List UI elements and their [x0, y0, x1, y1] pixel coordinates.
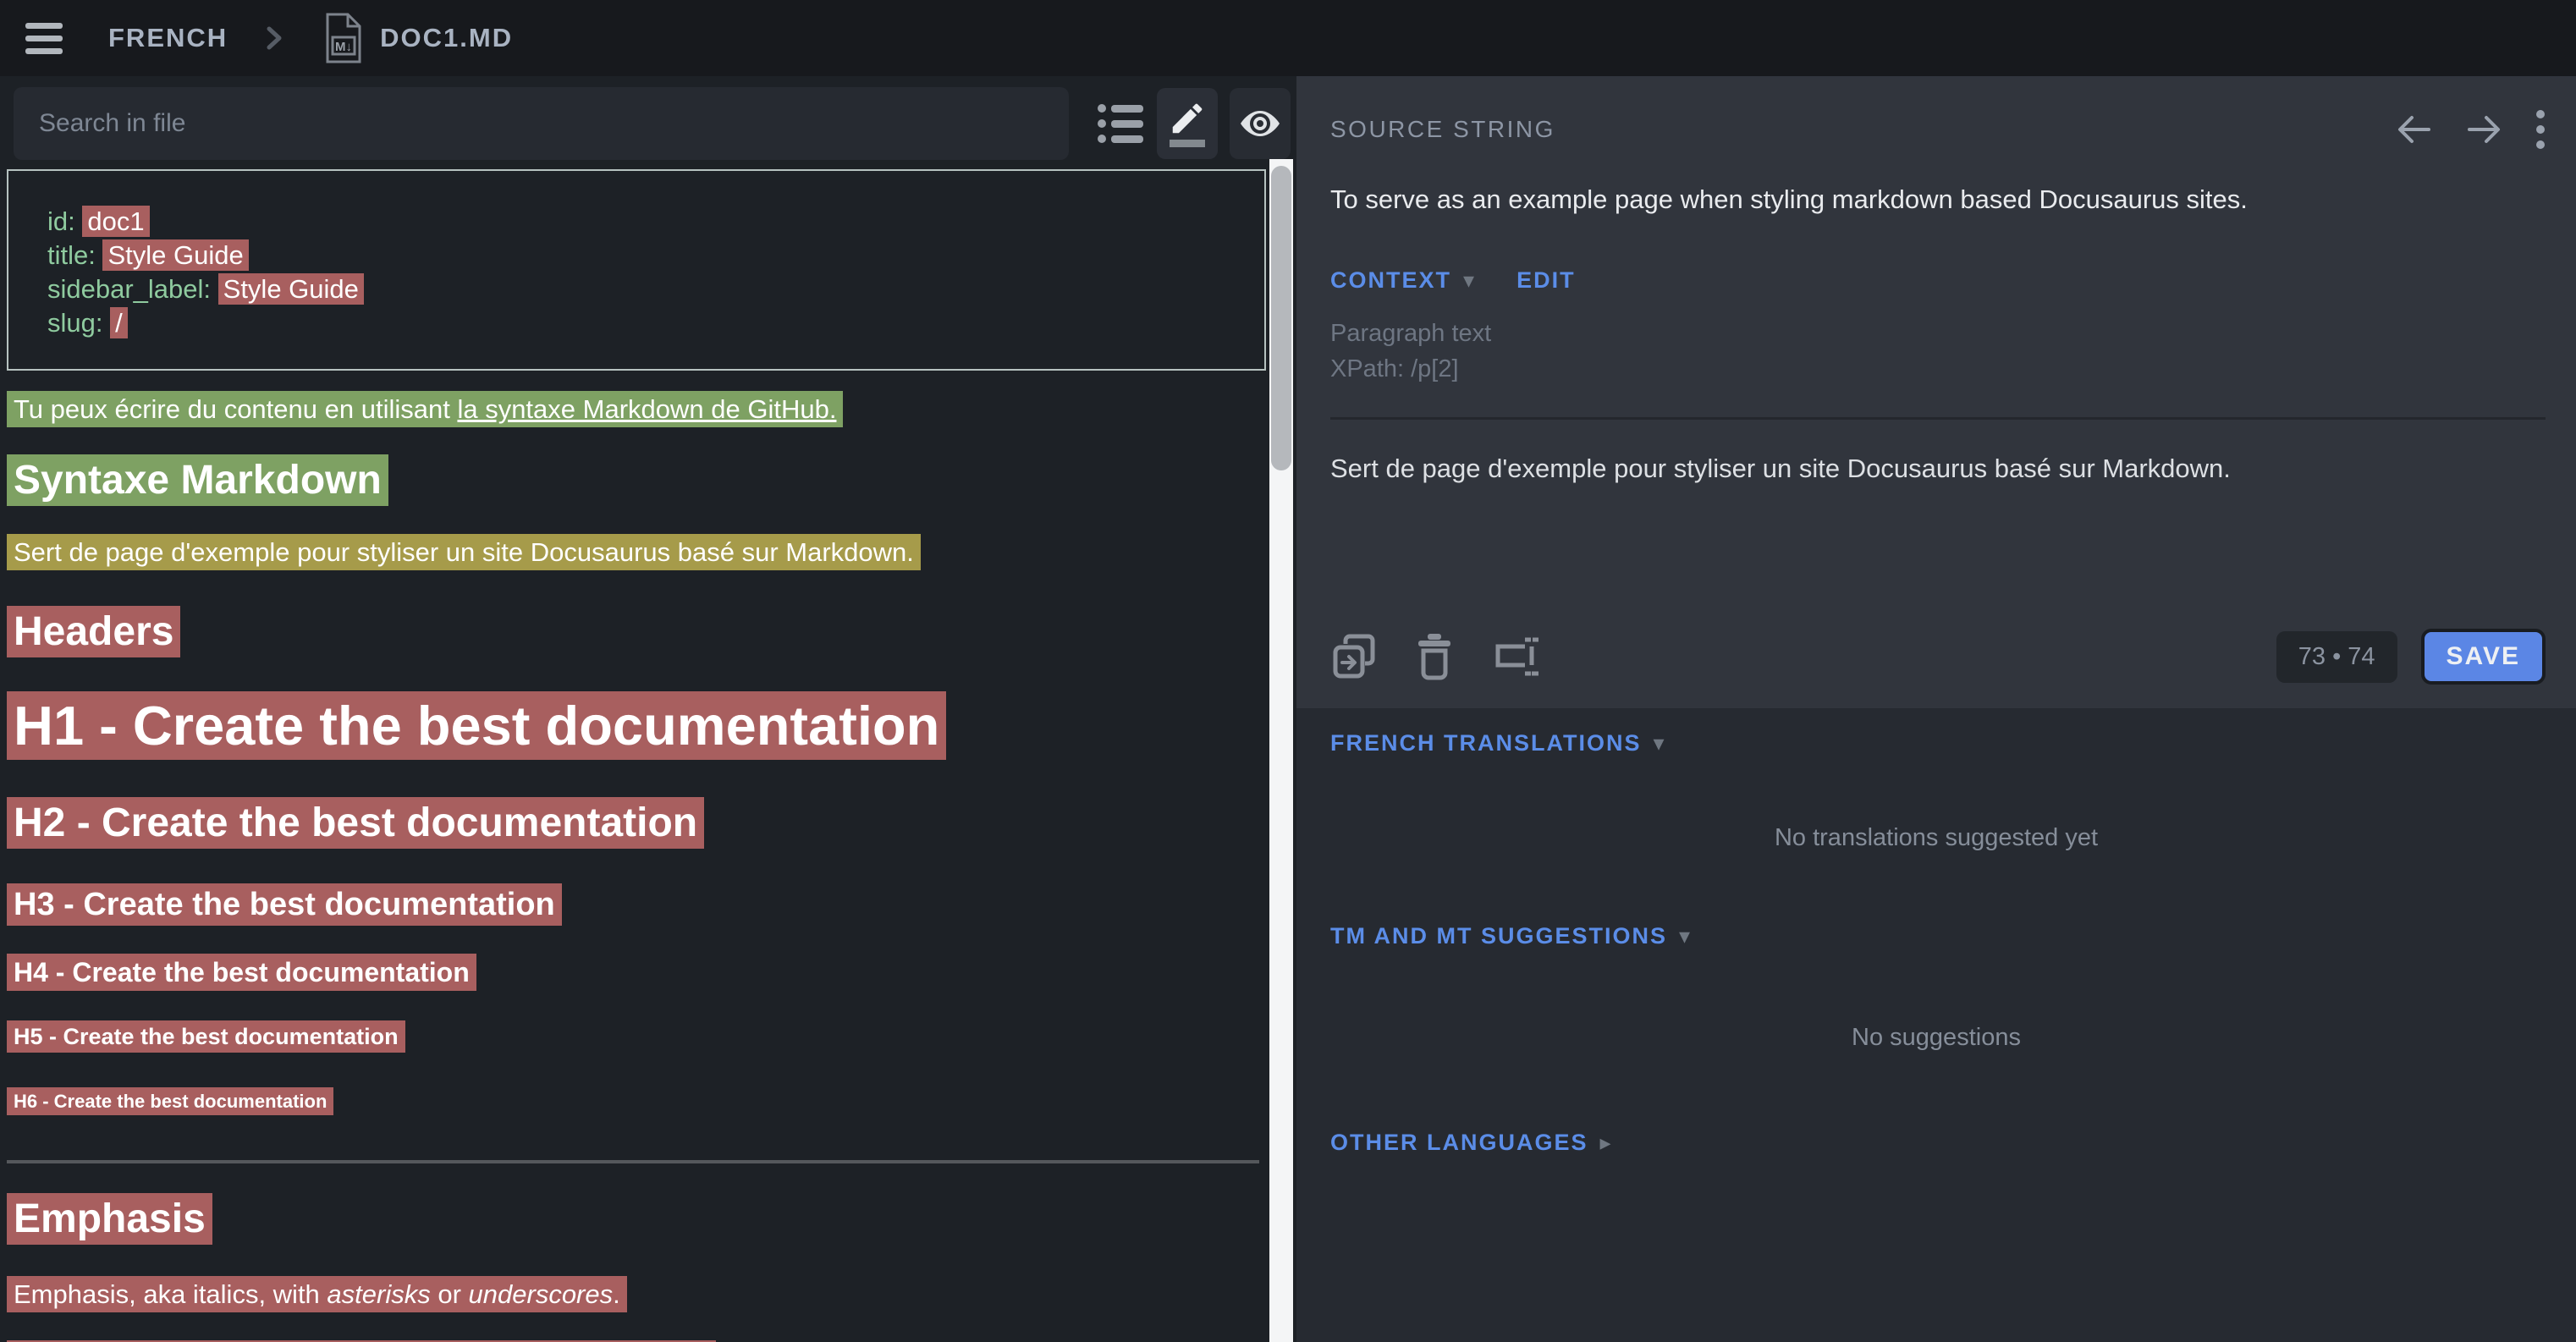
search-input[interactable]	[14, 87, 1069, 160]
edit-mode-toggle[interactable]	[1157, 88, 1218, 159]
translatable-string[interactable]: Tu peux écrire du contenu en utilisant l…	[7, 391, 843, 427]
frontmatter-value[interactable]: /	[110, 307, 128, 338]
syntax-heading: Syntaxe Markdown	[7, 457, 1268, 503]
french-translations-toggle[interactable]: FRENCH TRANSLATIONS	[1330, 730, 1641, 756]
context-toggle[interactable]: CONTEXT	[1330, 267, 1451, 294]
caret-right-icon: ▸	[1600, 1130, 1613, 1156]
preview-toggle[interactable]	[1230, 88, 1291, 159]
caret-down-icon: ▾	[1653, 730, 1665, 756]
h2-heading: H2 - Create the best documentation	[7, 800, 1268, 846]
translatable-string[interactable]: Emphasis	[7, 1193, 212, 1245]
horizontal-rule	[7, 1160, 1259, 1163]
french-translations-section: FRENCH TRANSLATIONS ▾	[1330, 730, 2542, 756]
h1-heading: H1 - Create the best documentation	[7, 694, 1268, 757]
breadcrumb-file[interactable]: DOC1.MD	[380, 23, 513, 53]
context-xpath: XPath: /p[2]	[1330, 351, 2546, 387]
translatable-string[interactable]: H3 - Create the best documentation	[7, 883, 562, 926]
hamburger-menu-icon[interactable]	[25, 23, 63, 54]
other-languages-toggle[interactable]: OTHER LANGUAGES	[1330, 1130, 1588, 1156]
topbar: FRENCH M↓ DOC1.MD	[0, 0, 2576, 76]
document-preview: id: doc1 title: Style Guide sidebar_labe…	[0, 161, 1268, 1342]
translatable-string[interactable]: H5 - Create the best documentation	[7, 1020, 405, 1053]
arrow-right-icon[interactable]	[2464, 112, 2505, 147]
caret-down-icon: ▾	[1679, 923, 1692, 949]
file-preview-panel: id: doc1 title: Style Guide sidebar_labe…	[0, 76, 1296, 1342]
save-button[interactable]: SAVE	[2421, 629, 2546, 685]
markdown-syntax-link[interactable]: la syntaxe Markdown de GitHub.	[457, 394, 836, 424]
frontmatter-line: id: doc1	[47, 205, 1247, 239]
selected-translatable-string[interactable]: Sert de page d'exemple pour styliser un …	[7, 534, 921, 570]
eye-icon	[1236, 102, 1284, 145]
frontmatter-block[interactable]: id: doc1 title: Style Guide sidebar_labe…	[7, 169, 1266, 371]
translatable-string[interactable]: H2 - Create the best documentation	[7, 797, 704, 849]
translatable-string[interactable]: H4 - Create the best documentation	[7, 954, 476, 991]
context-row: CONTEXT ▾ EDIT	[1330, 267, 2546, 294]
trash-icon[interactable]	[1415, 632, 1454, 681]
tm-mt-section: TM AND MT SUGGESTIONS ▾	[1330, 923, 2542, 949]
source-string-text: To serve as an example page when styling…	[1330, 184, 2546, 215]
translatable-string[interactable]: Emphasis, aka italics, with asterisks or…	[7, 1276, 627, 1312]
frontmatter-value[interactable]: Style Guide	[102, 239, 248, 271]
frontmatter-value[interactable]: Style Guide	[218, 273, 364, 305]
kebab-menu-icon[interactable]	[2535, 108, 2546, 151]
breadcrumb-project[interactable]: FRENCH	[108, 23, 228, 53]
frontmatter-value[interactable]: doc1	[82, 206, 149, 237]
h4-heading: H4 - Create the best documentation	[7, 957, 1268, 988]
document-scrollbar-thumb[interactable]	[1271, 166, 1291, 470]
frontmatter-line: slug: /	[47, 306, 1247, 340]
pencil-icon	[1168, 99, 1207, 138]
context-type: Paragraph text	[1330, 316, 2546, 351]
arrow-left-icon[interactable]	[2393, 112, 2434, 147]
edit-context-link[interactable]: EDIT	[1516, 267, 1576, 294]
chevron-right-icon	[263, 23, 285, 53]
translatable-string[interactable]: H1 - Create the best documentation	[7, 691, 946, 760]
source-string-title: SOURCE STRING	[1330, 116, 1555, 143]
list-icon[interactable]	[1096, 100, 1145, 147]
suggestions-panel: FRENCH TRANSLATIONS ▾ No translations su…	[1296, 708, 2576, 1156]
source-string-card: SOURCE STRING To serve as an example pag…	[1296, 76, 2576, 708]
h5-heading: H5 - Create the best documentation	[7, 1024, 1268, 1050]
emphasis-heading: Emphasis	[7, 1196, 1268, 1242]
translation-panel: SOURCE STRING To serve as an example pag…	[1296, 76, 2576, 1342]
translations-empty-state: No translations suggested yet	[1330, 824, 2542, 852]
other-languages-section: OTHER LANGUAGES ▸	[1330, 1130, 2542, 1156]
character-count-badge: 73 • 74	[2276, 631, 2397, 683]
translation-toolbar: 73 • 74 SAVE	[1330, 595, 2546, 685]
svg-text:M↓: M↓	[335, 40, 352, 54]
source-card-header: SOURCE STRING	[1330, 76, 2546, 151]
frontmatter-line: sidebar_label: Style Guide	[47, 272, 1247, 306]
h6-heading: H6 - Create the best documentation	[7, 1091, 1268, 1113]
translatable-string[interactable]: H6 - Create the best documentation	[7, 1087, 333, 1115]
caret-down-icon: ▾	[1463, 267, 1476, 294]
copy-source-icon[interactable]	[1330, 632, 1378, 681]
translatable-string[interactable]: Headers	[7, 606, 180, 657]
tm-empty-state: No suggestions	[1330, 1024, 2542, 1052]
search-row	[0, 76, 1296, 161]
headers-heading: Headers	[7, 608, 1268, 655]
frontmatter-line: title: Style Guide	[47, 239, 1247, 272]
markdown-file-icon: M↓	[322, 12, 363, 64]
h3-heading: H3 - Create the best documentation	[7, 887, 1268, 923]
selected-paragraph: Sert de page d'exemple pour styliser un …	[7, 537, 1268, 568]
document-scrollbar-track[interactable]	[1269, 159, 1293, 1342]
translation-input-text[interactable]: Sert de page d'exemple pour styliser un …	[1330, 454, 2546, 484]
italics-paragraph: Emphasis, aka italics, with asterisks or…	[7, 1279, 1268, 1310]
tm-mt-toggle[interactable]: TM AND MT SUGGESTIONS	[1330, 923, 1667, 949]
intro-paragraph: Tu peux écrire du contenu en utilisant l…	[7, 394, 1268, 425]
translation-editor[interactable]: Sert de page d'exemple pour styliser un …	[1330, 417, 2546, 595]
translatable-string[interactable]: Syntaxe Markdown	[7, 454, 388, 506]
context-metadata: Paragraph text XPath: /p[2]	[1330, 316, 2546, 387]
translation-editor-app: FRENCH M↓ DOC1.MD	[0, 0, 2576, 1342]
select-text-icon[interactable]	[1491, 633, 1544, 680]
